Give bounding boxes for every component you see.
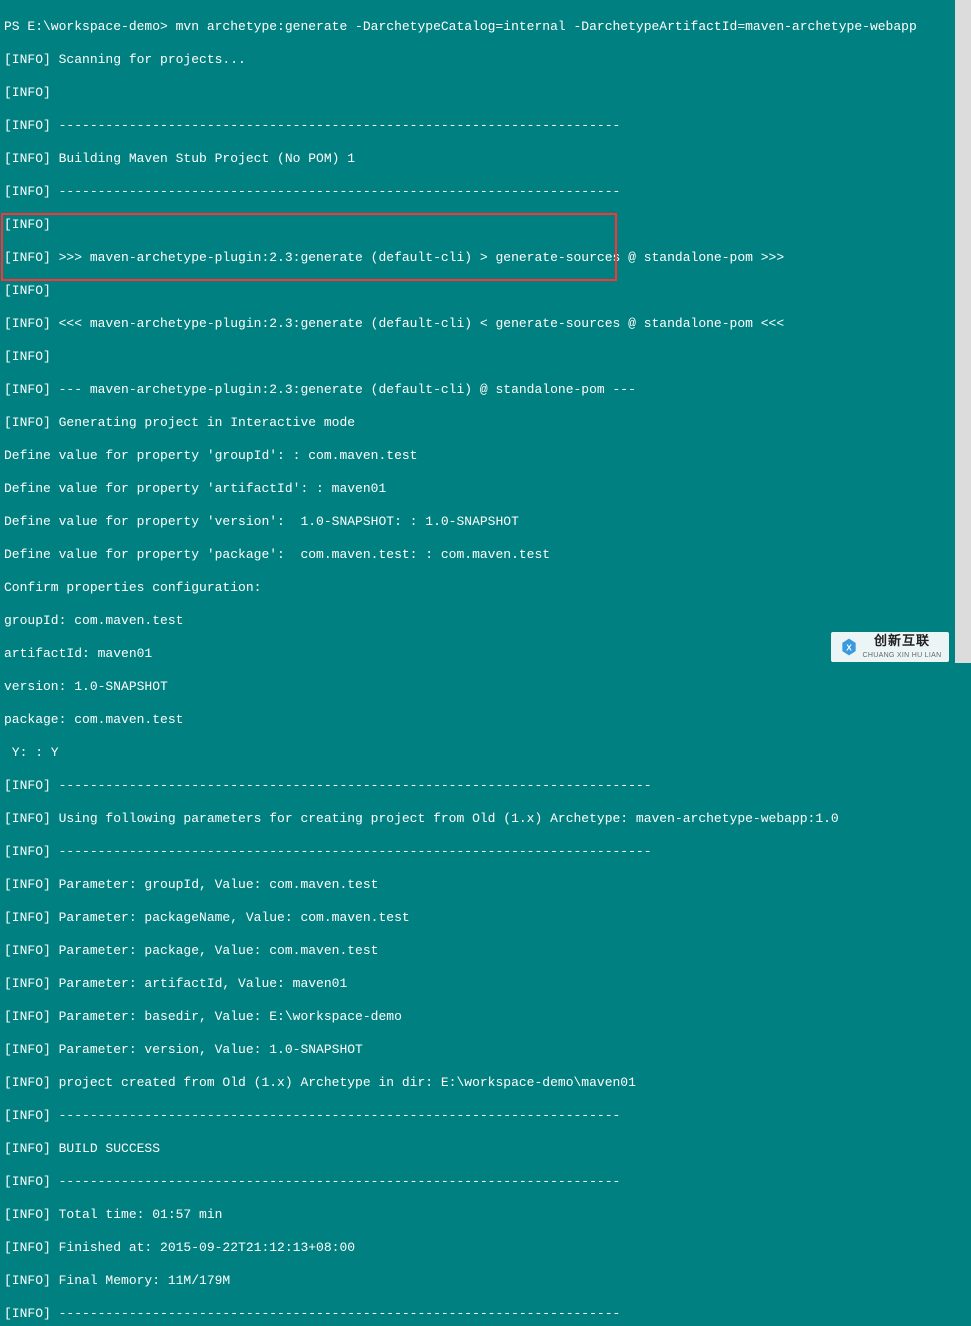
output-line: [INFO]	[4, 349, 967, 366]
output-line: [INFO]	[4, 217, 967, 234]
prompt-line-command: PS E:\workspace-demo> mvn archetype:gene…	[4, 19, 967, 36]
output-line: version: 1.0-SNAPSHOT	[4, 679, 967, 696]
logo-text-en: CHUANG XIN HU LIAN	[863, 652, 942, 659]
output-line: [INFO] Finished at: 2015-09-22T21:12:13+…	[4, 1240, 967, 1257]
output-line: [INFO] Parameter: packageName, Value: co…	[4, 910, 967, 927]
output-line: [INFO] Parameter: basedir, Value: E:\wor…	[4, 1009, 967, 1026]
output-line: [INFO]	[4, 85, 967, 102]
svg-text:X: X	[846, 642, 852, 652]
output-line: [INFO] ---------------------------------…	[4, 1306, 967, 1323]
output-line: Define value for property 'version': 1.0…	[4, 514, 967, 531]
output-line: Y: : Y	[4, 745, 967, 762]
output-line: [INFO] Parameter: package, Value: com.ma…	[4, 943, 967, 960]
output-line: [INFO] BUILD SUCCESS	[4, 1141, 967, 1158]
output-line: [INFO] --- maven-archetype-plugin:2.3:ge…	[4, 382, 967, 399]
output-line: [INFO]	[4, 283, 967, 300]
output-line: Define value for property 'groupId': : c…	[4, 448, 967, 465]
output-line: [INFO] Parameter: version, Value: 1.0-SN…	[4, 1042, 967, 1059]
vertical-scrollbar[interactable]	[955, 0, 971, 663]
logo-icon: X	[839, 637, 859, 657]
output-line: [INFO] Parameter: groupId, Value: com.ma…	[4, 877, 967, 894]
terminal-output[interactable]: PS E:\workspace-demo> mvn archetype:gene…	[0, 0, 971, 1326]
output-line: [INFO] Total time: 01:57 min	[4, 1207, 967, 1224]
output-line: groupId: com.maven.test	[4, 613, 967, 630]
output-line: [INFO] project created from Old (1.x) Ar…	[4, 1075, 967, 1092]
logo-text: 创新互联 CHUANG XIN HU LIAN	[863, 634, 942, 660]
watermark-logo: X 创新互联 CHUANG XIN HU LIAN	[831, 632, 949, 662]
output-line: [INFO] Generating project in Interactive…	[4, 415, 967, 432]
output-line: [INFO] ---------------------------------…	[4, 1108, 967, 1125]
output-line: [INFO] <<< maven-archetype-plugin:2.3:ge…	[4, 316, 967, 333]
output-line: [INFO] ---------------------------------…	[4, 1174, 967, 1191]
output-line: [INFO] Scanning for projects...	[4, 52, 967, 69]
output-line: Confirm properties configuration:	[4, 580, 967, 597]
output-line: Define value for property 'artifactId': …	[4, 481, 967, 498]
output-line: [INFO] ---------------------------------…	[4, 844, 967, 861]
output-line: [INFO] ---------------------------------…	[4, 778, 967, 795]
output-line: [INFO] Using following parameters for cr…	[4, 811, 967, 828]
output-line: [INFO] ---------------------------------…	[4, 118, 967, 135]
output-line: [INFO] Building Maven Stub Project (No P…	[4, 151, 967, 168]
output-line: Define value for property 'package': com…	[4, 547, 967, 564]
output-line: package: com.maven.test	[4, 712, 967, 729]
logo-text-cn: 创新互联	[874, 633, 930, 648]
output-line: [INFO] Final Memory: 11M/179M	[4, 1273, 967, 1290]
output-line: [INFO] >>> maven-archetype-plugin:2.3:ge…	[4, 250, 967, 267]
scrollbar-track	[955, 0, 971, 663]
output-line: artifactId: maven01	[4, 646, 967, 663]
output-line: [INFO] ---------------------------------…	[4, 184, 967, 201]
output-line: [INFO] Parameter: artifactId, Value: mav…	[4, 976, 967, 993]
